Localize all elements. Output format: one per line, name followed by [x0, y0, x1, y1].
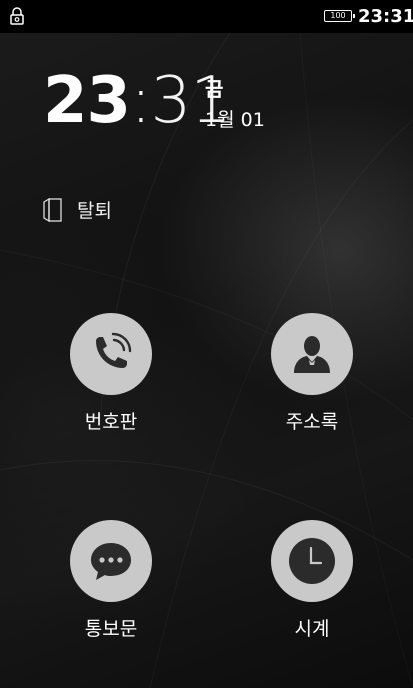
phone-icon: [96, 332, 132, 368]
clock-hour: 23: [43, 64, 131, 138]
contacts-label: 주소록: [285, 411, 339, 433]
messages-circle: [70, 520, 152, 602]
clock-display: 23:31: [43, 64, 231, 138]
messages-label: 통보문: [84, 618, 138, 640]
messages-shortcut[interactable]: 통보문: [46, 520, 176, 641]
day-name: 금: [205, 77, 224, 101]
logout-label: 탈퇴: [77, 200, 112, 222]
status-bar-time: 23:31: [358, 6, 413, 27]
battery-icon: 100: [324, 10, 355, 22]
clock-shortcut[interactable]: 시계: [247, 520, 377, 641]
lock-status-icon: [10, 7, 24, 25]
clock-icon: [289, 538, 335, 584]
contacts-circle: [271, 313, 353, 395]
clock-label: 시계: [294, 618, 330, 640]
lock-screen: 100 23:31 23:31 금 1월 01 탈퇴 번호판 주소록 통보문 시…: [0, 0, 413, 688]
contacts-shortcut[interactable]: 주소록: [247, 313, 377, 434]
clock-circle: [271, 520, 353, 602]
contact-person-icon: [294, 336, 330, 373]
dialpad-label: 번호판: [84, 411, 138, 433]
clock-separator: :: [130, 64, 152, 138]
logout-button[interactable]: 탈퇴: [41, 196, 112, 223]
message-bubble-icon: [91, 543, 131, 580]
dialpad-shortcut[interactable]: 번호판: [46, 313, 176, 434]
status-bar: 100 23:31: [0, 0, 413, 33]
date: 1월 01: [205, 109, 265, 131]
dialpad-circle: [70, 313, 152, 395]
door-exit-icon: [43, 197, 62, 222]
